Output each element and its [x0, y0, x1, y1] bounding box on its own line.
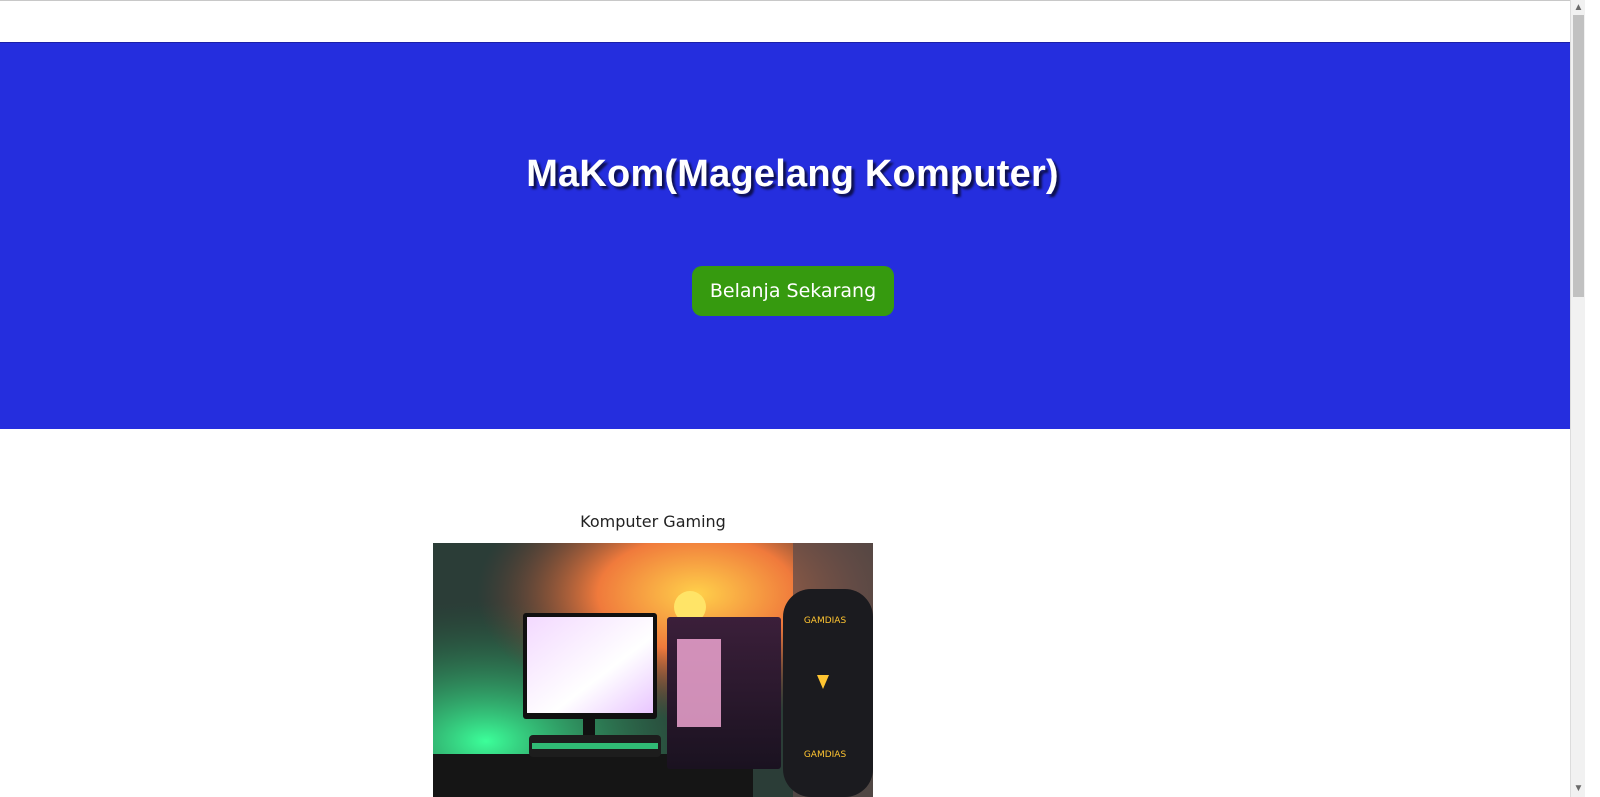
scroll-thumb[interactable] [1573, 15, 1584, 297]
vertical-scrollbar[interactable]: ▲ ▼ [1570, 0, 1585, 797]
chair-brand-text: GAMDIAS [804, 616, 847, 626]
product-image: GAMDIAS GAMDIAS [433, 543, 873, 797]
scroll-down-arrow-icon[interactable]: ▼ [1571, 783, 1585, 795]
top-border [0, 0, 1585, 1]
monitor-stand [583, 719, 595, 737]
page: MaKom(Magelang Komputer) Belanja Sekaran… [0, 0, 1585, 797]
chair-brand-bottom-text: GAMDIAS [804, 750, 847, 760]
page-title: MaKom(Magelang Komputer) [526, 153, 1059, 195]
monitor-screen [527, 617, 653, 713]
keyboard-glow [532, 743, 658, 749]
pc-case-window [677, 639, 721, 727]
shop-now-button[interactable]: Belanja Sekarang [692, 266, 894, 316]
scroll-up-arrow-icon[interactable]: ▲ [1571, 2, 1585, 14]
product-title: Komputer Gaming [580, 512, 726, 531]
hero-banner: MaKom(Magelang Komputer) Belanja Sekaran… [0, 42, 1585, 429]
